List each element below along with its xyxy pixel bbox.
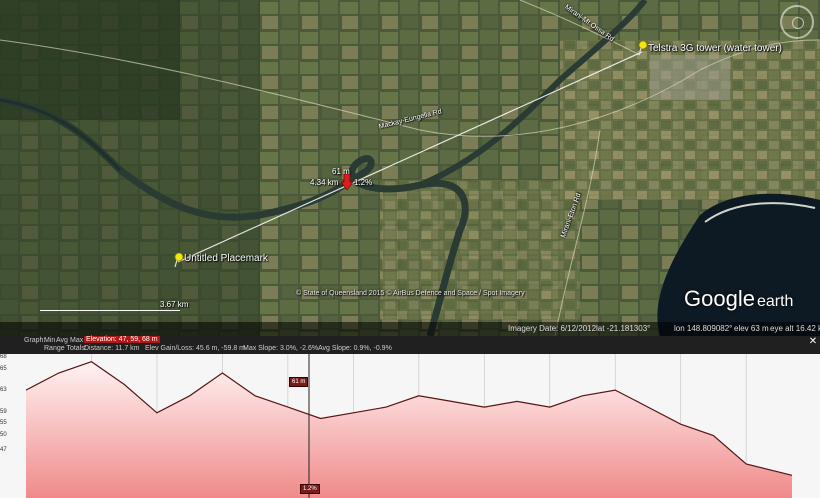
scale-label: 3.67 km: [160, 300, 189, 309]
graph-avg-button[interactable]: Avg: [56, 337, 68, 344]
placemark-label-untitled[interactable]: Untitled Placemark: [184, 253, 268, 264]
max-slope: Max Slope: 3.0%, -2.6%: [243, 345, 319, 352]
eye-altitude-readout: eye alt 16.42 km: [770, 324, 820, 333]
y-tick-label: 65: [0, 366, 7, 372]
graph-label: Graph:: [24, 337, 46, 344]
yellow-pushpin-icon[interactable]: [636, 40, 648, 56]
y-tick-label: 63: [0, 387, 7, 393]
scale-bar: [40, 310, 180, 311]
yellow-pushpin-icon[interactable]: [172, 252, 184, 268]
attribution: © State of Queensland 2015 © AirBus Defe…: [296, 290, 525, 297]
cursor-slope-tag: 1.2%: [300, 484, 320, 494]
avg-slope: Avg Slope: 0.9%, -0.9%: [318, 345, 392, 352]
position-arrow-icon: [341, 174, 353, 190]
path-cursor-distance: 4.34 km: [310, 178, 339, 187]
y-tick-label: 59: [0, 409, 7, 415]
elevation-selector[interactable]: Elevation: 47, 59, 68 m: [84, 336, 160, 343]
y-tick-label: 50: [0, 432, 7, 438]
path-cursor-slope: 1.2%: [354, 178, 373, 187]
placemark-label-telstra[interactable]: Telstra 3G tower (water tower): [648, 43, 782, 54]
latitude-readout: lat -21.181303°: [596, 324, 651, 333]
google-earth-logo: Google earth: [684, 286, 793, 312]
cursor-elevation-tag: 61 m: [289, 377, 309, 387]
logo-google: Google: [684, 286, 755, 311]
elevation-values[interactable]: Elevation: 47, 59, 68 m: [84, 336, 160, 343]
compass-icon[interactable]: [780, 5, 814, 39]
elevation-profile-chart[interactable]: [0, 354, 820, 498]
close-icon[interactable]: ✕: [808, 337, 818, 347]
y-tick-label: 55: [0, 420, 7, 426]
imagery-date: Imagery Date: 6/12/2012: [508, 324, 597, 333]
elevation-profile-toolbar: Graph: Min Avg Max Elevation: 47, 59, 68…: [0, 336, 820, 354]
elev-gain-loss: Elev Gain/Loss: 45.6 m, -59.8 m: [145, 345, 245, 352]
map-view[interactable]: Mackay-Eungella Rd Mirani-Mt Ossa Rd Mir…: [0, 0, 820, 336]
graph-max-button[interactable]: Max: [70, 337, 83, 344]
graph-min-button[interactable]: Min: [44, 337, 55, 344]
logo-earth: earth: [756, 293, 794, 310]
range-totals-label: Range Totals:: [44, 345, 87, 352]
y-tick-label: 47: [0, 447, 7, 453]
longitude-readout: lon 148.809082°: [674, 324, 733, 333]
y-tick-label: 68: [0, 354, 7, 360]
elevation-readout: elev 63 m: [734, 324, 769, 333]
distance-total: Distance: 11.7 km: [84, 345, 140, 352]
